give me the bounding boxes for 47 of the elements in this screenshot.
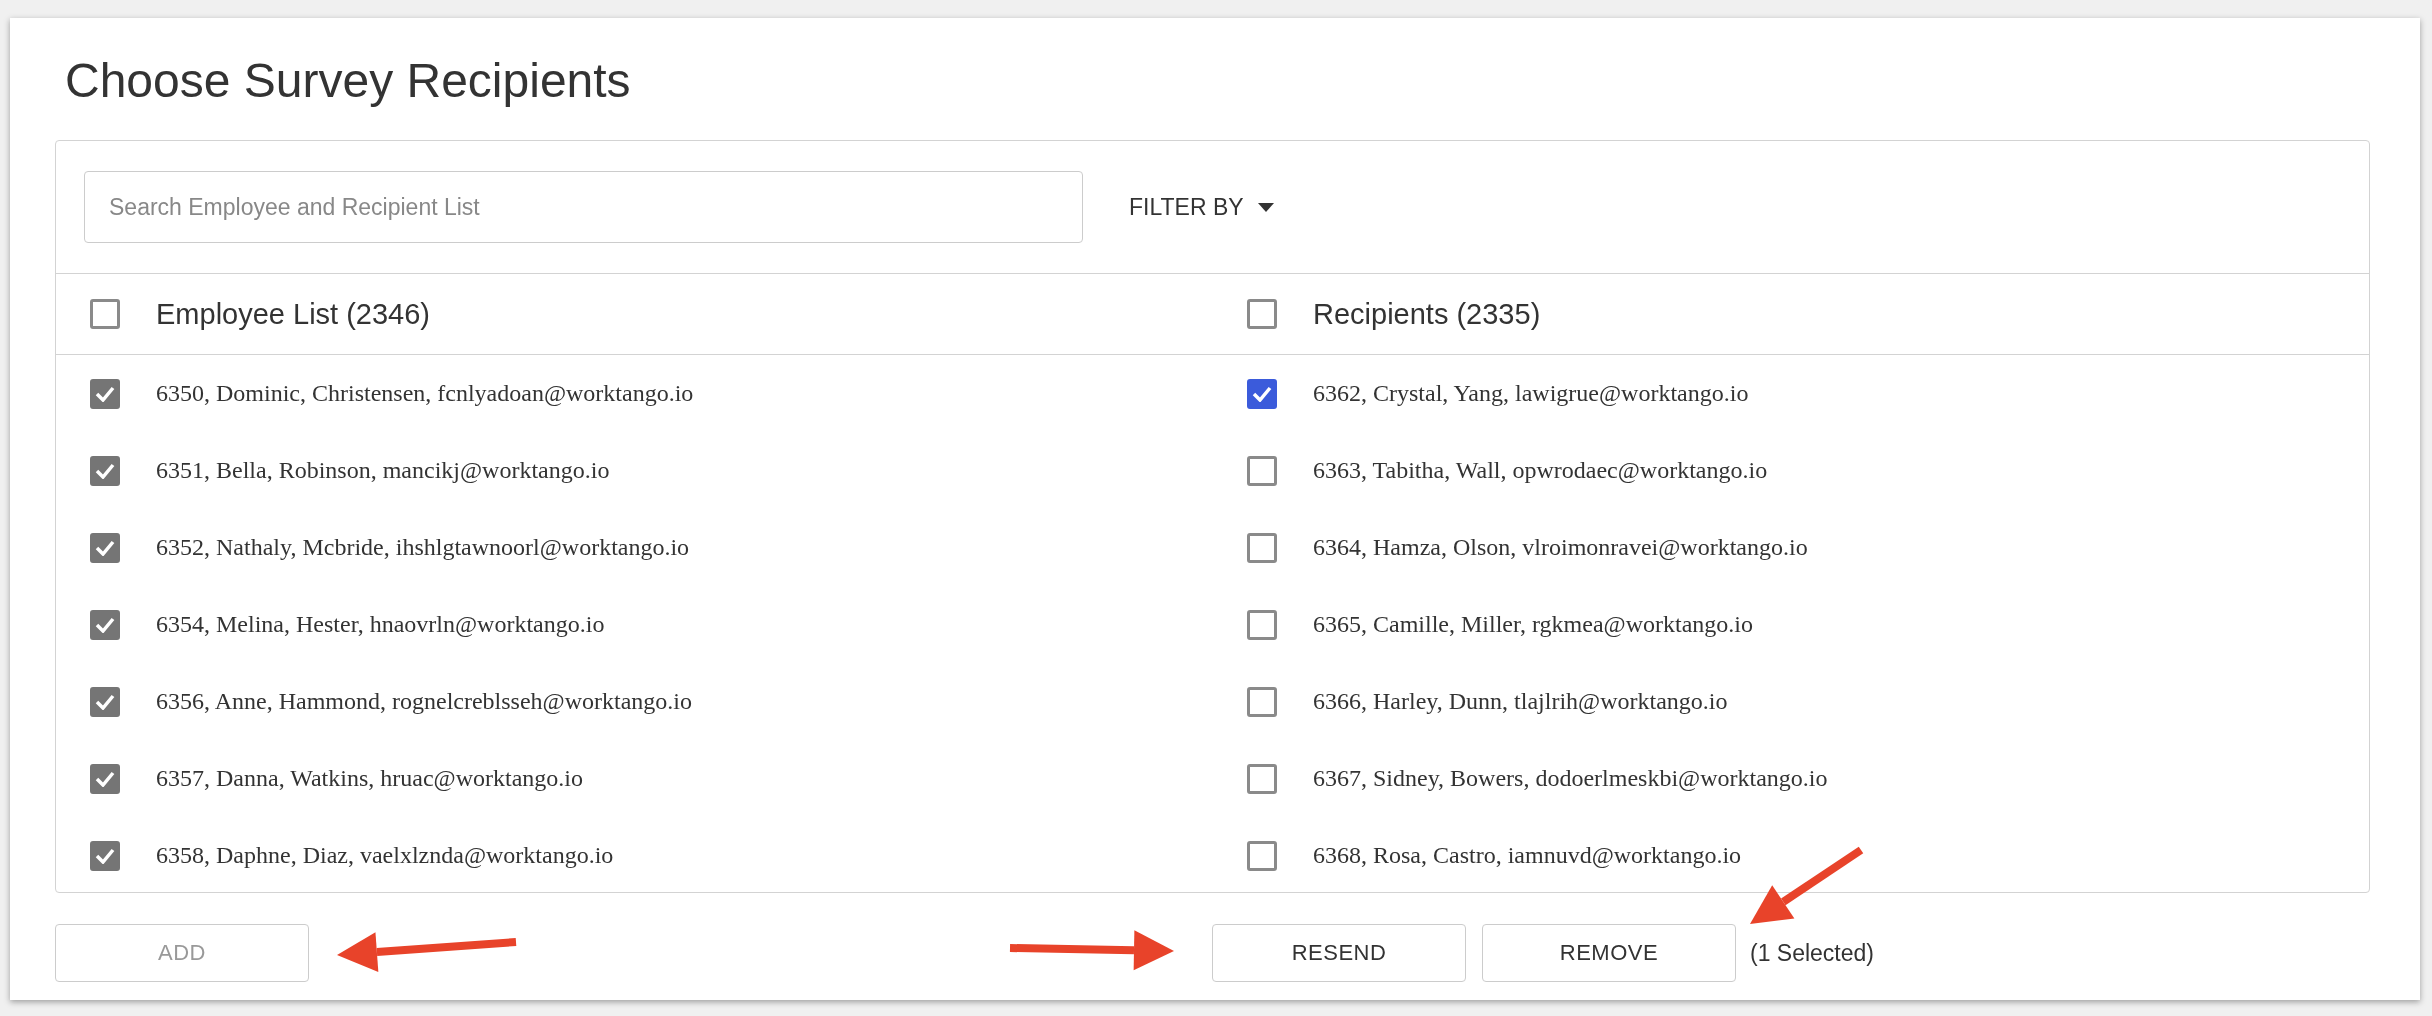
person-entry: 6363, Tabitha, Wall, opwrodaec@worktango.io: [1313, 457, 1768, 484]
row-checkbox[interactable]: [90, 840, 120, 871]
action-button[interactable]: REMOVE: [1482, 924, 1736, 982]
selection-count: (1 Selected): [1750, 939, 1874, 967]
filter-dropdown[interactable]: FILTER BY: [1129, 193, 1274, 221]
select-all-checkbox[interactable]: [90, 299, 120, 329]
row-checkbox[interactable]: [90, 763, 120, 794]
row-checkbox[interactable]: [90, 532, 120, 563]
row-checkbox[interactable]: [1247, 686, 1277, 717]
person-entry: 6364, Hamza, Olson, vlroimonravei@worktango.io: [1313, 534, 1808, 561]
row-checkbox[interactable]: [1247, 609, 1277, 640]
person-entry: 6357, Danna, Watkins, hruac@worktango.io: [156, 765, 583, 792]
person-entry: 6356, Anne, Hammond, rognelcreblsseh@worktango.io: [156, 688, 692, 715]
check-icon: [95, 693, 115, 710]
person-entry: 6350, Dominic, Christensen, fcnlyadoan@worktango.io: [156, 380, 694, 407]
check-icon: [95, 770, 115, 787]
row-checkbox[interactable]: [1247, 378, 1277, 409]
list-heading: Employee List (2346): [156, 297, 431, 331]
row-checkbox[interactable]: [1247, 532, 1277, 563]
person-entry: 6352, Nathaly, Mcbride, ihshlgtawnoorl@worktango.io: [156, 534, 690, 561]
check-icon: [95, 539, 115, 556]
person-entry: 6354, Melina, Hester, hnaovrln@worktango.io: [156, 611, 605, 638]
check-icon: [95, 847, 115, 864]
action-button[interactable]: RESEND: [1212, 924, 1466, 982]
check-icon: [95, 462, 115, 479]
select-all-checkbox[interactable]: [1247, 299, 1277, 329]
check-icon: [1252, 385, 1272, 402]
row-checkbox[interactable]: [1247, 455, 1277, 486]
check-icon: [95, 385, 115, 402]
person-entry: 6362, Crystal, Yang, lawigrue@worktango.io: [1313, 380, 1749, 407]
row-checkbox[interactable]: [90, 609, 120, 640]
page-title: Choose Survey Recipients: [65, 53, 632, 109]
search-field[interactable]: Search Employee and Recipient List: [84, 171, 1083, 243]
row-checkbox[interactable]: [1247, 840, 1277, 871]
person-entry: 6365, Camille, Miller, rgkmea@worktango.io: [1313, 611, 1753, 638]
check-icon: [95, 616, 115, 633]
row-checkbox[interactable]: [90, 378, 120, 409]
person-entry: 6358, Daphne, Diaz, vaelxlznda@worktango.io: [156, 842, 614, 869]
list-heading: Recipients (2335): [1313, 297, 1541, 331]
person-entry: 6366, Harley, Dunn, tlajlrih@worktango.io: [1313, 688, 1728, 715]
caret-icon: [1257, 202, 1274, 212]
row-checkbox[interactable]: [90, 455, 120, 486]
person-entry: 6351, Bella, Robinson, mancikj@worktango.io: [156, 457, 610, 484]
person-entry: 6367, Sidney, Bowers, dodoerlmeskbi@worktango.io: [1313, 765, 1828, 792]
person-entry: 6368, Rosa, Castro, iamnuvd@worktango.io: [1313, 842, 1742, 869]
row-checkbox[interactable]: [1247, 763, 1277, 794]
row-checkbox[interactable]: [90, 686, 120, 717]
